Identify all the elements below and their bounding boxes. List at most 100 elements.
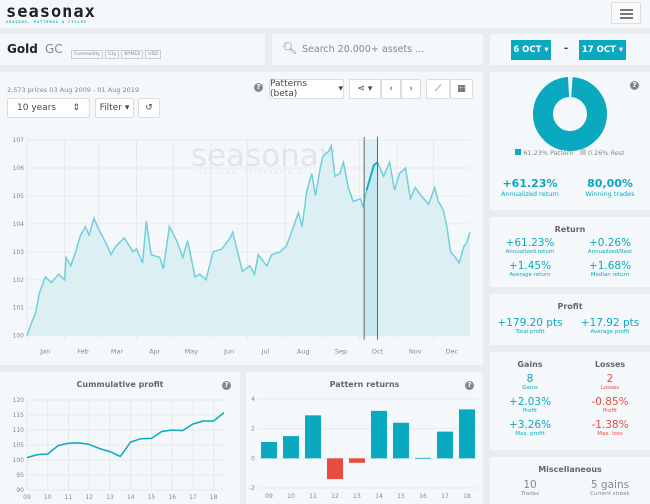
legend-pattern: 61.23% Pattern bbox=[523, 149, 574, 157]
x-tick-label: 18 bbox=[210, 494, 218, 501]
seasonax-logo[interactable]: seasonax SEASONS, PATTERNS & CYCLES bbox=[6, 2, 96, 24]
calendar-icon: ▦ bbox=[457, 84, 466, 94]
hamburger-menu-button[interactable] bbox=[611, 2, 641, 24]
profit-panel: Profit +179.20 pts Total profit +17.92 pt… bbox=[490, 294, 650, 345]
search-box[interactable]: 🔍︎ Search 20.000+ assets ... bbox=[272, 34, 483, 65]
stat-label: Average return bbox=[509, 272, 551, 278]
cumulative-profit-panel: Cummulative profit ? 90 95 100 105 110 115 120… bbox=[0, 372, 240, 504]
pattern-donut bbox=[533, 77, 607, 151]
section-title: Miscellaneous bbox=[538, 465, 602, 474]
reset-button[interactable]: ↺ bbox=[138, 98, 160, 118]
select-arrows-icon: ⇕ bbox=[72, 103, 80, 113]
stat-label: Trades bbox=[521, 491, 539, 497]
x-tick-label: 13 bbox=[353, 493, 361, 500]
y-tick-label: 90 bbox=[16, 487, 24, 494]
line-chart-icon: ⟋ bbox=[434, 84, 442, 94]
filter-dropdown[interactable]: Filter ▾ bbox=[95, 98, 134, 118]
asset-tag: USD bbox=[145, 50, 161, 59]
x-tick-label: 15 bbox=[397, 493, 405, 500]
date-separator: - bbox=[564, 43, 569, 54]
watermark-tagline: SEASONS, PATTERNS & CYCLES bbox=[199, 170, 329, 176]
y-tick-label: 115 bbox=[13, 412, 25, 419]
pattern-returns-chart: -2 0 2 4 09 10 11 12 13 14 15 16 17 18 bbox=[249, 396, 478, 500]
chevron-left-icon: ‹ bbox=[389, 84, 393, 94]
x-tick-label: 10 bbox=[44, 494, 52, 501]
stat-label: Losses bbox=[600, 385, 620, 391]
y-tick-label: 107 bbox=[13, 137, 25, 144]
stat-value: 8 bbox=[526, 373, 534, 385]
legend-swatch-rest bbox=[579, 149, 586, 155]
pattern-highlight bbox=[364, 140, 378, 336]
previous-button[interactable]: ‹ bbox=[381, 79, 401, 99]
donut-pattern-slice bbox=[533, 77, 607, 151]
bar bbox=[415, 457, 431, 459]
patterns-dropdown[interactable]: Patterns (beta) ▾ bbox=[269, 79, 344, 99]
x-tick-label: 18 bbox=[463, 493, 471, 500]
line-chart-button[interactable]: ⟋ bbox=[426, 79, 450, 99]
range-select[interactable]: 10 years ⇕ bbox=[7, 98, 90, 118]
start-date-button[interactable]: 6 OCT ▾ bbox=[511, 40, 551, 60]
next-button[interactable]: › bbox=[401, 79, 421, 99]
stat-label: Max. loss bbox=[597, 431, 623, 437]
stat-label: Median return bbox=[590, 272, 630, 278]
cumulative-line bbox=[26, 412, 225, 459]
x-tick-label: 16 bbox=[419, 493, 427, 500]
search-input[interactable]: Search 20.000+ assets ... bbox=[302, 44, 424, 55]
x-tick-label: 17 bbox=[441, 493, 449, 500]
calendar-button[interactable]: ▦ bbox=[450, 79, 473, 99]
y-tick-label: 106 bbox=[13, 165, 25, 172]
return-panel: Return +61.23% Annualized return +0.26% An… bbox=[490, 217, 650, 287]
stat-value: +1.45% bbox=[508, 260, 552, 272]
y-tick-label: 105 bbox=[13, 442, 25, 449]
legend-rest: 0.26% Rest bbox=[587, 149, 625, 157]
x-tick-label: Mar bbox=[111, 348, 124, 356]
x-tick-label: May bbox=[185, 348, 199, 356]
bar bbox=[459, 409, 475, 459]
legend-swatch-pattern bbox=[515, 149, 522, 155]
x-tick-label: 15 bbox=[148, 494, 156, 501]
share-button[interactable]: ⋖ ▾ bbox=[349, 79, 381, 99]
donut-panel: ? 61.23% Pattern 0.26% Rest +61.23% Annua… bbox=[490, 72, 650, 210]
asset-panel: Gold GC Commodity 51y NYMEX USD bbox=[0, 34, 265, 65]
y-tick-label: 101 bbox=[13, 305, 25, 312]
stat-value: 5 gains bbox=[590, 479, 630, 491]
y-tick-label: 2 bbox=[251, 426, 255, 433]
stat-label: Profit bbox=[522, 408, 538, 414]
stat-value: +17.92 pts bbox=[580, 317, 640, 329]
bar bbox=[305, 415, 321, 459]
winning-trades-label: Winning trades bbox=[585, 190, 635, 198]
asset-ticker: GC bbox=[45, 42, 63, 56]
x-tick-label: 11 bbox=[65, 494, 73, 501]
stat-label: Average profit bbox=[590, 329, 630, 335]
x-tick-label: 12 bbox=[85, 494, 93, 501]
end-date: 17 OCT bbox=[581, 45, 616, 55]
watermark: seasonax bbox=[191, 138, 337, 174]
y-tick-label: 0 bbox=[251, 455, 255, 462]
winning-trades-value: 80,00% bbox=[587, 177, 633, 190]
y-tick-label: 102 bbox=[13, 277, 25, 284]
stat-label: Gains bbox=[522, 385, 538, 391]
stat-value: +61.23% bbox=[505, 237, 555, 249]
chevron-right-icon: › bbox=[409, 84, 413, 94]
misc-panel: Miscellaneous 10 Trades 5 gains Current st… bbox=[490, 457, 650, 504]
stat-value: +0.26% bbox=[588, 237, 632, 249]
end-date-button[interactable]: 17 OCT ▾ bbox=[579, 40, 626, 60]
x-tick-label: Nov bbox=[409, 348, 422, 356]
stat-value: 10 bbox=[523, 479, 537, 491]
seasonal-chart[interactable]: 100 101 102 103 104 105 106 107 Jan Feb Mar Apr May J… bbox=[0, 128, 483, 365]
x-tick-label: 14 bbox=[375, 493, 383, 500]
x-tick-label: Aug bbox=[297, 348, 310, 356]
annualized-return-label: Annualized return bbox=[501, 190, 559, 198]
help-icon[interactable]: ? bbox=[254, 83, 263, 92]
annualized-return-value: +61.23% bbox=[502, 177, 558, 190]
x-tick-label: 14 bbox=[127, 494, 135, 501]
bar bbox=[349, 458, 365, 463]
x-tick-label: 13 bbox=[106, 494, 114, 501]
stat-label: Max. profit bbox=[515, 431, 545, 437]
asset-tag: Commodity bbox=[71, 50, 103, 59]
bar bbox=[371, 410, 387, 459]
y-tick-label: 100 bbox=[13, 333, 25, 340]
stat-label: Annualized return bbox=[505, 249, 555, 255]
stat-label: Current streak bbox=[590, 491, 630, 497]
stat-value: +179.20 pts bbox=[497, 317, 563, 329]
